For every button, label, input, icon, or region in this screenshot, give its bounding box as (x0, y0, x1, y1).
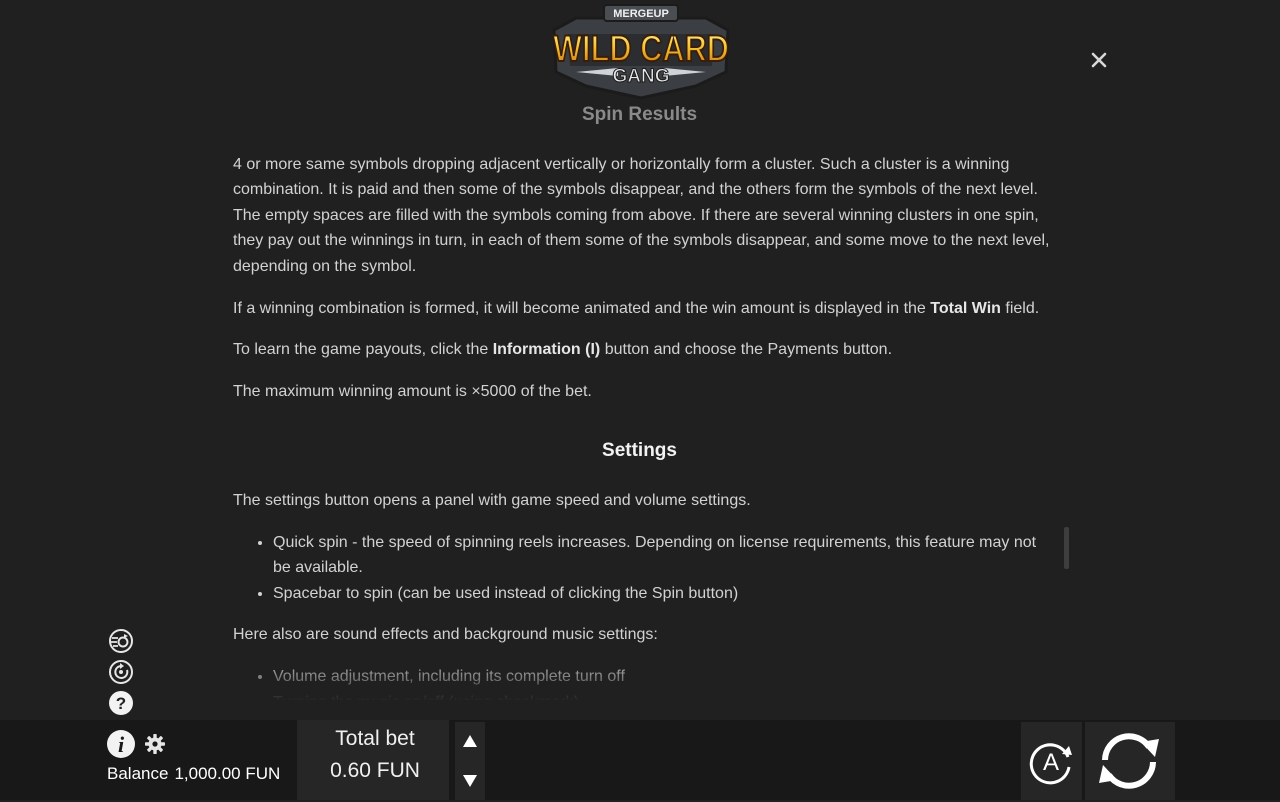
help-content: Spin Results 4 or more same symbols drop… (233, 96, 1053, 700)
autoplay-button[interactable]: A (1026, 737, 1076, 787)
spin-results-paragraph-4: The maximum winning amount is ×5000 of t… (233, 382, 592, 400)
svg-text:i: i (118, 732, 125, 757)
help-button[interactable]: ? (108, 690, 134, 716)
info-icon: i (107, 730, 135, 758)
bet-increase-button[interactable] (455, 724, 485, 758)
autoplay-label: A (1043, 749, 1059, 776)
total-win-term: Total Win (930, 299, 1001, 317)
list-item: Spacebar to spin (can be used instead of… (273, 581, 1053, 607)
list-item: Volume adjustment, including its complet… (273, 664, 1053, 690)
sound-list: Volume adjustment, including its complet… (233, 664, 1053, 700)
spin-button[interactable] (1093, 726, 1165, 796)
arrow-up-icon (463, 735, 477, 747)
quick-spin-icon (109, 629, 133, 653)
arrow-down-icon (463, 775, 477, 787)
spin-results-title: Spin Results (581, 104, 698, 125)
total-bet-label: Total bet (335, 727, 415, 750)
settings-title: Settings (602, 440, 677, 462)
autoplay-icon: A (1029, 743, 1072, 785)
history-button[interactable] (108, 659, 134, 685)
svg-text:?: ? (116, 694, 126, 713)
close-icon (1091, 52, 1107, 68)
spin-results-paragraph-3: To learn the game payouts, click the Inf… (233, 341, 893, 359)
logo-brand: MERGEUP (613, 8, 669, 20)
spin-icon (1099, 733, 1159, 789)
balance-value: 1,000.00 FUN (174, 764, 281, 783)
bet-decrease-button[interactable] (455, 763, 485, 797)
close-button[interactable] (1086, 47, 1112, 73)
help-icon: ? (109, 691, 133, 715)
gear-icon (145, 734, 165, 754)
settings-intro: The settings button opens a panel with g… (233, 491, 751, 509)
game-logo: MERGEUP WILD CARD GANG (546, 0, 736, 100)
balance-display: Balance 1,000.00 FUN (107, 764, 280, 784)
help-content-viewport[interactable]: Spin Results 4 or more same symbols drop… (0, 96, 1280, 700)
scrollbar[interactable] (1064, 527, 1069, 569)
history-icon (109, 660, 133, 684)
information-term: Information (I) (492, 341, 601, 359)
spin-results-paragraph-1: 4 or more same symbols dropping adjacent… (233, 155, 1050, 275)
settings-button[interactable] (144, 733, 166, 755)
list-item: Quick spin - the speed of spinning reels… (273, 530, 1053, 581)
logo-title: WILD CARD (553, 28, 729, 69)
list-item: Turning the music on/off (using checkmar… (273, 690, 1053, 701)
settings-list: Quick spin - the speed of spinning reels… (233, 530, 1053, 607)
quick-spin-button[interactable] (108, 628, 134, 654)
balance-label: Balance (107, 764, 169, 783)
info-button[interactable]: i (106, 729, 136, 759)
total-bet-value: 0.60 FUN (330, 759, 420, 782)
sound-intro: Here also are sound effects and backgrou… (233, 626, 658, 644)
logo-subtitle: GANG (613, 66, 670, 87)
spin-results-paragraph-2: If a winning combination is formed, it w… (233, 299, 1040, 317)
